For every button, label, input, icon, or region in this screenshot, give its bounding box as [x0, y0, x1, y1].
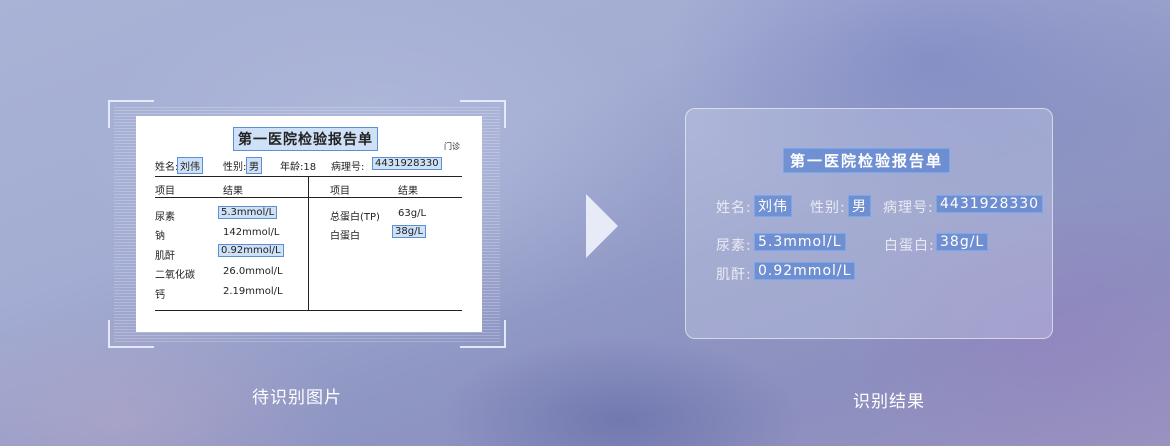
- doc-column-divider: [308, 176, 309, 310]
- doc-row-item: 钠: [155, 231, 165, 242]
- doc-row-result: 5.3mmol/L: [218, 206, 278, 219]
- doc-header-result-2: 结果: [398, 186, 418, 197]
- doc-header-item-2: 项目: [330, 186, 350, 197]
- doc-row-item: 钙: [155, 290, 165, 301]
- doc-dept: 门诊: [444, 142, 460, 151]
- result-creatinine-label: 肌酐:: [716, 267, 752, 283]
- doc-row-result: 38g/L: [392, 225, 427, 238]
- doc-row-item: 肌酐: [155, 251, 175, 262]
- result-gender-value: 男: [848, 195, 871, 217]
- doc-name-value: 刘伟: [177, 157, 203, 174]
- arrow-right-icon: [586, 194, 618, 258]
- recognition-result-card: 第一医院检验报告单 姓名: 刘伟 性别: 男 病理号: 4431928330 尿…: [685, 108, 1053, 339]
- doc-row-result: 0.92mmol/L: [218, 244, 284, 257]
- source-document-image: 第一医院检验报告单 门诊 姓名: 刘伟 性别: 男 年龄:18 病理号: 443…: [136, 116, 482, 332]
- result-urea-label: 尿素:: [716, 238, 752, 254]
- result-record-value: 4431928330: [936, 195, 1044, 213]
- doc-row-result: 63g/L: [398, 208, 427, 219]
- result-title: 第一医院检验报告单: [783, 148, 951, 173]
- caption-result: 识别结果: [853, 392, 925, 412]
- caption-source: 待识别图片: [252, 388, 342, 408]
- doc-row-item: 尿素: [155, 212, 175, 223]
- result-albumin-label: 白蛋白:: [884, 238, 935, 254]
- doc-row-item: 白蛋白: [330, 231, 360, 242]
- doc-record-label: 病理号:: [331, 162, 365, 173]
- doc-rule-bottom: [155, 310, 462, 311]
- doc-row-result: 142mmol/L: [223, 227, 280, 238]
- result-record-label: 病理号:: [883, 200, 934, 216]
- result-name-label: 姓名:: [716, 200, 752, 216]
- doc-header-result-1: 结果: [223, 186, 243, 197]
- doc-age: 年龄:18: [280, 162, 317, 173]
- doc-header-item-1: 项目: [155, 186, 175, 197]
- doc-name-label: 姓名:: [155, 162, 179, 173]
- result-albumin-value: 38g/L: [936, 233, 989, 251]
- doc-gender-label: 性别:: [223, 162, 247, 173]
- result-name-value: 刘伟: [754, 195, 792, 217]
- doc-row-result: 26.0mmol/L: [223, 266, 283, 277]
- doc-row-result: 2.19mmol/L: [223, 286, 283, 297]
- doc-title: 第一医院检验报告单: [233, 127, 378, 151]
- doc-row-item: 二氧化碳: [155, 270, 195, 281]
- result-creatinine-value: 0.92mmol/L: [754, 262, 856, 280]
- doc-record-value: 4431928330: [372, 157, 442, 170]
- result-gender-label: 性别:: [810, 200, 846, 216]
- result-urea-value: 5.3mmol/L: [754, 233, 846, 251]
- doc-row-item: 总蛋白(TP): [330, 212, 380, 223]
- doc-gender-value: 男: [246, 157, 262, 174]
